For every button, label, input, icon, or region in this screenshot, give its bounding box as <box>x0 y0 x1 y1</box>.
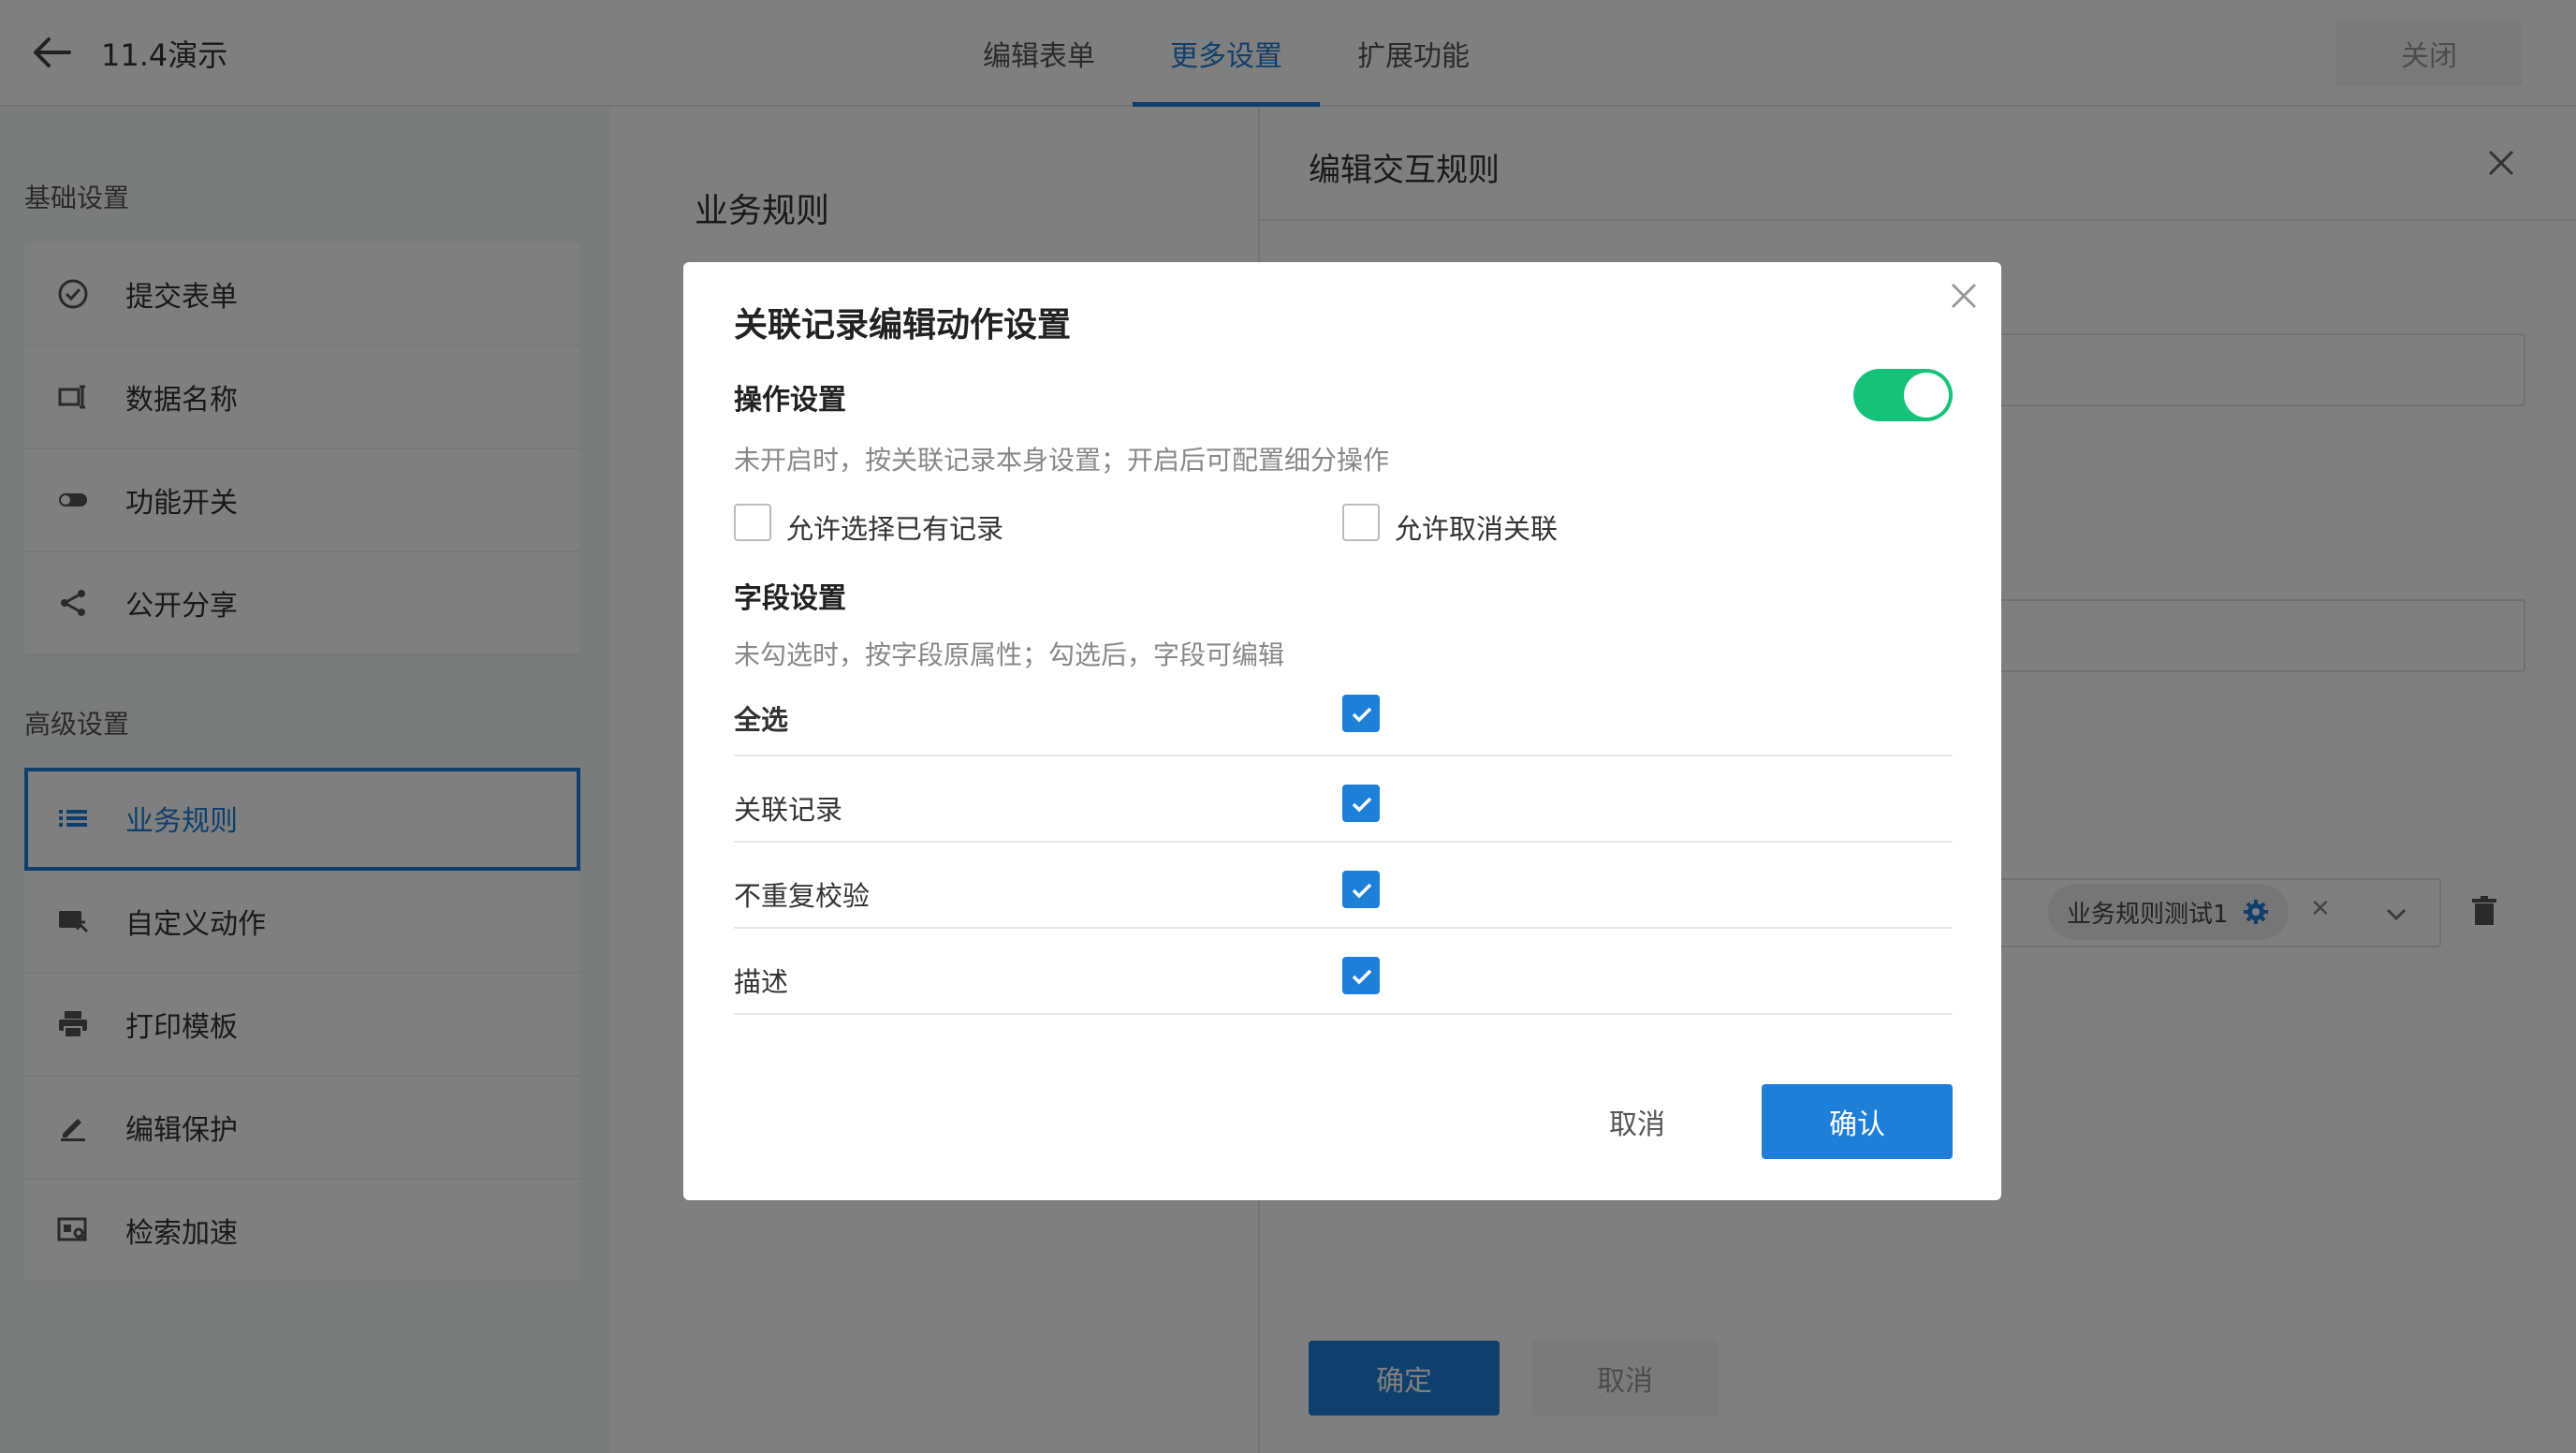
checkmark-icon <box>1352 797 1372 813</box>
field-row: 关联记录 <box>734 756 1953 843</box>
allow-select-existing-label: 允许选择已有记录 <box>786 513 1004 545</box>
field-checkbox[interactable] <box>1342 785 1380 822</box>
field-label: 关联记录 <box>734 794 843 826</box>
select-all-checkbox[interactable] <box>1342 695 1380 732</box>
link-record-edit-dialog: 关联记录编辑动作设置 操作设置 未开启时，按关联记录本身设置；开启后可配置细分操… <box>683 262 2001 1200</box>
select-all-row: 全选 <box>734 670 1953 756</box>
toggle-knob <box>1904 373 1949 418</box>
select-all-label: 全选 <box>734 704 789 736</box>
operation-settings-desc: 未开启时，按关联记录本身设置；开启后可配置细分操作 <box>734 445 1390 476</box>
checkmark-icon <box>1352 707 1372 723</box>
field-row: 描述 <box>734 929 1953 1015</box>
dialog-cancel-button[interactable]: 取消 <box>1569 1084 1705 1159</box>
dialog-confirm-button[interactable]: 确认 <box>1762 1084 1953 1159</box>
operation-settings-title: 操作设置 <box>734 384 846 417</box>
field-row: 不重复校验 <box>734 843 1953 929</box>
field-checkbox[interactable] <box>1342 957 1380 994</box>
checkmark-icon <box>1352 883 1372 899</box>
field-settings-title: 字段设置 <box>734 582 846 615</box>
allow-select-existing-checkbox[interactable] <box>734 504 771 541</box>
field-label: 描述 <box>734 966 789 998</box>
close-icon[interactable] <box>1945 277 1983 315</box>
field-settings-desc: 未勾选时，按字段原属性；勾选后，字段可编辑 <box>734 639 1285 670</box>
operation-settings-toggle[interactable] <box>1853 369 1953 421</box>
field-label: 不重复校验 <box>734 880 871 912</box>
field-checkbox[interactable] <box>1342 871 1380 908</box>
allow-cancel-link-label: 允许取消关联 <box>1395 513 1559 545</box>
allow-cancel-link-checkbox[interactable] <box>1342 504 1380 541</box>
dialog-title: 关联记录编辑动作设置 <box>734 306 1072 345</box>
checkmark-icon <box>1352 969 1372 985</box>
